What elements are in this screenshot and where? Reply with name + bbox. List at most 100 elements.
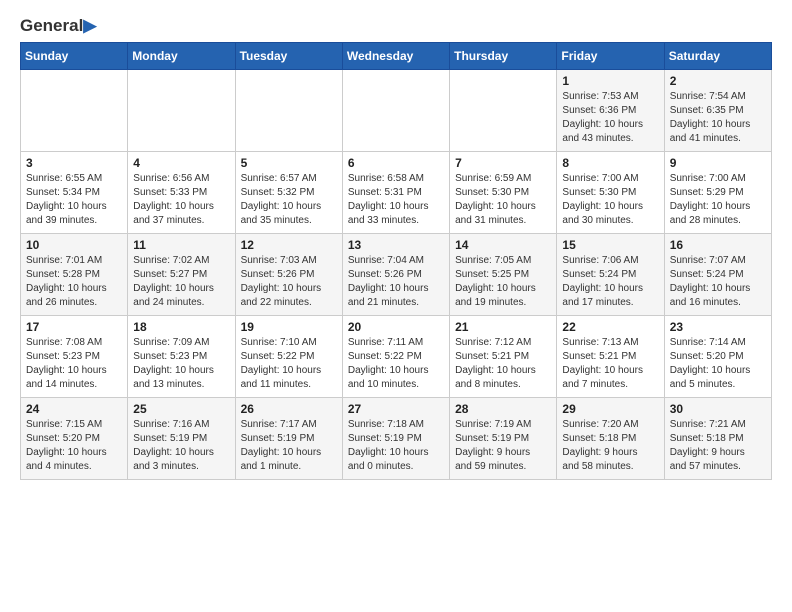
day-info: Sunrise: 7:00 AM Sunset: 5:30 PM Dayligh… [562, 172, 658, 228]
calendar-cell [235, 69, 342, 151]
calendar-cell: 17 Sunrise: 7:08 AM Sunset: 5:23 PM Dayli… [21, 315, 128, 397]
day-number: 19 [241, 320, 337, 334]
calendar-cell: 13 Sunrise: 7:04 AM Sunset: 5:26 PM Dayli… [342, 233, 449, 315]
day-number: 11 [133, 238, 229, 252]
calendar-cell: 4 Sunrise: 6:56 AM Sunset: 5:33 PM Daylig… [128, 151, 235, 233]
calendar-cell: 5 Sunrise: 6:57 AM Sunset: 5:32 PM Daylig… [235, 151, 342, 233]
calendar-cell: 2Sunrise: 7:54 AM Sunset: 6:35 PM Daylig… [664, 69, 771, 151]
day-number: 16 [670, 238, 766, 252]
calendar-cell: 20 Sunrise: 7:11 AM Sunset: 5:22 PM Dayli… [342, 315, 449, 397]
day-number: 28 [455, 402, 551, 416]
day-number: 8 [562, 156, 658, 170]
day-number: 13 [348, 238, 444, 252]
day-number: 14 [455, 238, 551, 252]
calendar-cell [128, 69, 235, 151]
day-number: 24 [26, 402, 122, 416]
day-info: Sunrise: 7:11 AM Sunset: 5:22 PM Dayligh… [348, 336, 444, 392]
logo-text: General▶ [20, 16, 96, 36]
calendar-cell: 27 Sunrise: 7:18 AM Sunset: 5:19 PM Dayli… [342, 397, 449, 479]
day-info: Sunrise: 7:08 AM Sunset: 5:23 PM Dayligh… [26, 336, 122, 392]
day-number: 17 [26, 320, 122, 334]
day-number: 1 [562, 74, 658, 88]
calendar-cell: 10Sunrise: 7:01 AM Sunset: 5:28 PM Dayli… [21, 233, 128, 315]
day-number: 6 [348, 156, 444, 170]
day-info: Sunrise: 7:13 AM Sunset: 5:21 PM Dayligh… [562, 336, 658, 392]
day-number: 22 [562, 320, 658, 334]
calendar-cell [21, 69, 128, 151]
day-number: 18 [133, 320, 229, 334]
weekday-header: Saturday [664, 42, 771, 69]
day-info: Sunrise: 7:05 AM Sunset: 5:25 PM Dayligh… [455, 254, 551, 310]
day-info: Sunrise: 7:04 AM Sunset: 5:26 PM Dayligh… [348, 254, 444, 310]
calendar-cell: 3 Sunrise: 6:55 AM Sunset: 5:34 PM Daylig… [21, 151, 128, 233]
calendar-cell: 11 Sunrise: 7:02 AM Sunset: 5:27 PM Dayli… [128, 233, 235, 315]
day-info: Sunrise: 7:06 AM Sunset: 5:24 PM Dayligh… [562, 254, 658, 310]
day-number: 21 [455, 320, 551, 334]
day-number: 12 [241, 238, 337, 252]
day-info: Sunrise: 7:18 AM Sunset: 5:19 PM Dayligh… [348, 418, 444, 474]
weekday-header: Friday [557, 42, 664, 69]
calendar-cell: 22 Sunrise: 7:13 AM Sunset: 5:21 PM Dayli… [557, 315, 664, 397]
day-number: 26 [241, 402, 337, 416]
day-info: Sunrise: 6:55 AM Sunset: 5:34 PM Dayligh… [26, 172, 122, 228]
day-info: Sunrise: 7:17 AM Sunset: 5:19 PM Dayligh… [241, 418, 337, 474]
calendar-table: SundayMondayTuesdayWednesdayThursdayFrid… [20, 42, 772, 480]
day-number: 10 [26, 238, 122, 252]
day-info: Sunrise: 6:58 AM Sunset: 5:31 PM Dayligh… [348, 172, 444, 228]
day-info: Sunrise: 7:12 AM Sunset: 5:21 PM Dayligh… [455, 336, 551, 392]
day-info: Sunrise: 7:14 AM Sunset: 5:20 PM Dayligh… [670, 336, 766, 392]
calendar-cell: 1 Sunrise: 7:53 AM Sunset: 6:36 PM Daylig… [557, 69, 664, 151]
day-number: 2 [670, 74, 766, 88]
calendar-cell: 15 Sunrise: 7:06 AM Sunset: 5:24 PM Dayli… [557, 233, 664, 315]
weekday-header: Monday [128, 42, 235, 69]
calendar-cell: 8 Sunrise: 7:00 AM Sunset: 5:30 PM Daylig… [557, 151, 664, 233]
calendar-cell: 18 Sunrise: 7:09 AM Sunset: 5:23 PM Dayli… [128, 315, 235, 397]
calendar-cell: 14 Sunrise: 7:05 AM Sunset: 5:25 PM Dayli… [450, 233, 557, 315]
calendar-cell: 25 Sunrise: 7:16 AM Sunset: 5:19 PM Dayli… [128, 397, 235, 479]
day-info: Sunrise: 7:09 AM Sunset: 5:23 PM Dayligh… [133, 336, 229, 392]
day-number: 7 [455, 156, 551, 170]
calendar-cell [342, 69, 449, 151]
day-info: Sunrise: 7:02 AM Sunset: 5:27 PM Dayligh… [133, 254, 229, 310]
day-info: Sunrise: 7:19 AM Sunset: 5:19 PM Dayligh… [455, 418, 551, 474]
calendar-cell: 19 Sunrise: 7:10 AM Sunset: 5:22 PM Dayli… [235, 315, 342, 397]
day-number: 4 [133, 156, 229, 170]
day-info: Sunrise: 6:56 AM Sunset: 5:33 PM Dayligh… [133, 172, 229, 228]
weekday-header: Sunday [21, 42, 128, 69]
day-number: 20 [348, 320, 444, 334]
header: General▶ [20, 16, 772, 34]
day-info: Sunrise: 7:16 AM Sunset: 5:19 PM Dayligh… [133, 418, 229, 474]
calendar-cell: 16 Sunrise: 7:07 AM Sunset: 5:24 PM Dayli… [664, 233, 771, 315]
weekday-header: Thursday [450, 42, 557, 69]
weekday-header: Tuesday [235, 42, 342, 69]
day-info: Sunrise: 7:07 AM Sunset: 5:24 PM Dayligh… [670, 254, 766, 310]
calendar-cell: 23 Sunrise: 7:14 AM Sunset: 5:20 PM Dayli… [664, 315, 771, 397]
calendar-cell: 26 Sunrise: 7:17 AM Sunset: 5:19 PM Dayli… [235, 397, 342, 479]
calendar-cell: 12 Sunrise: 7:03 AM Sunset: 5:26 PM Dayli… [235, 233, 342, 315]
day-number: 15 [562, 238, 658, 252]
day-info: Sunrise: 6:57 AM Sunset: 5:32 PM Dayligh… [241, 172, 337, 228]
day-info: Sunrise: 7:53 AM Sunset: 6:36 PM Dayligh… [562, 90, 658, 146]
day-number: 3 [26, 156, 122, 170]
day-number: 5 [241, 156, 337, 170]
day-info: Sunrise: 7:21 AM Sunset: 5:18 PM Dayligh… [670, 418, 766, 474]
calendar-cell: 9 Sunrise: 7:00 AM Sunset: 5:29 PM Daylig… [664, 151, 771, 233]
day-number: 29 [562, 402, 658, 416]
day-info: Sunrise: 7:15 AM Sunset: 5:20 PM Dayligh… [26, 418, 122, 474]
day-info: Sunrise: 7:10 AM Sunset: 5:22 PM Dayligh… [241, 336, 337, 392]
weekday-header: Wednesday [342, 42, 449, 69]
logo: General▶ [20, 16, 96, 34]
day-info: Sunrise: 7:00 AM Sunset: 5:29 PM Dayligh… [670, 172, 766, 228]
day-number: 23 [670, 320, 766, 334]
calendar-cell [450, 69, 557, 151]
day-number: 30 [670, 402, 766, 416]
calendar-cell: 7Sunrise: 6:59 AM Sunset: 5:30 PM Daylig… [450, 151, 557, 233]
day-number: 27 [348, 402, 444, 416]
calendar-cell: 30 Sunrise: 7:21 AM Sunset: 5:18 PM Dayli… [664, 397, 771, 479]
day-info: Sunrise: 7:03 AM Sunset: 5:26 PM Dayligh… [241, 254, 337, 310]
calendar-cell: 29Sunrise: 7:20 AM Sunset: 5:18 PM Dayli… [557, 397, 664, 479]
calendar-cell: 24 Sunrise: 7:15 AM Sunset: 5:20 PM Dayli… [21, 397, 128, 479]
calendar-cell: 28 Sunrise: 7:19 AM Sunset: 5:19 PM Dayli… [450, 397, 557, 479]
day-number: 9 [670, 156, 766, 170]
day-number: 25 [133, 402, 229, 416]
